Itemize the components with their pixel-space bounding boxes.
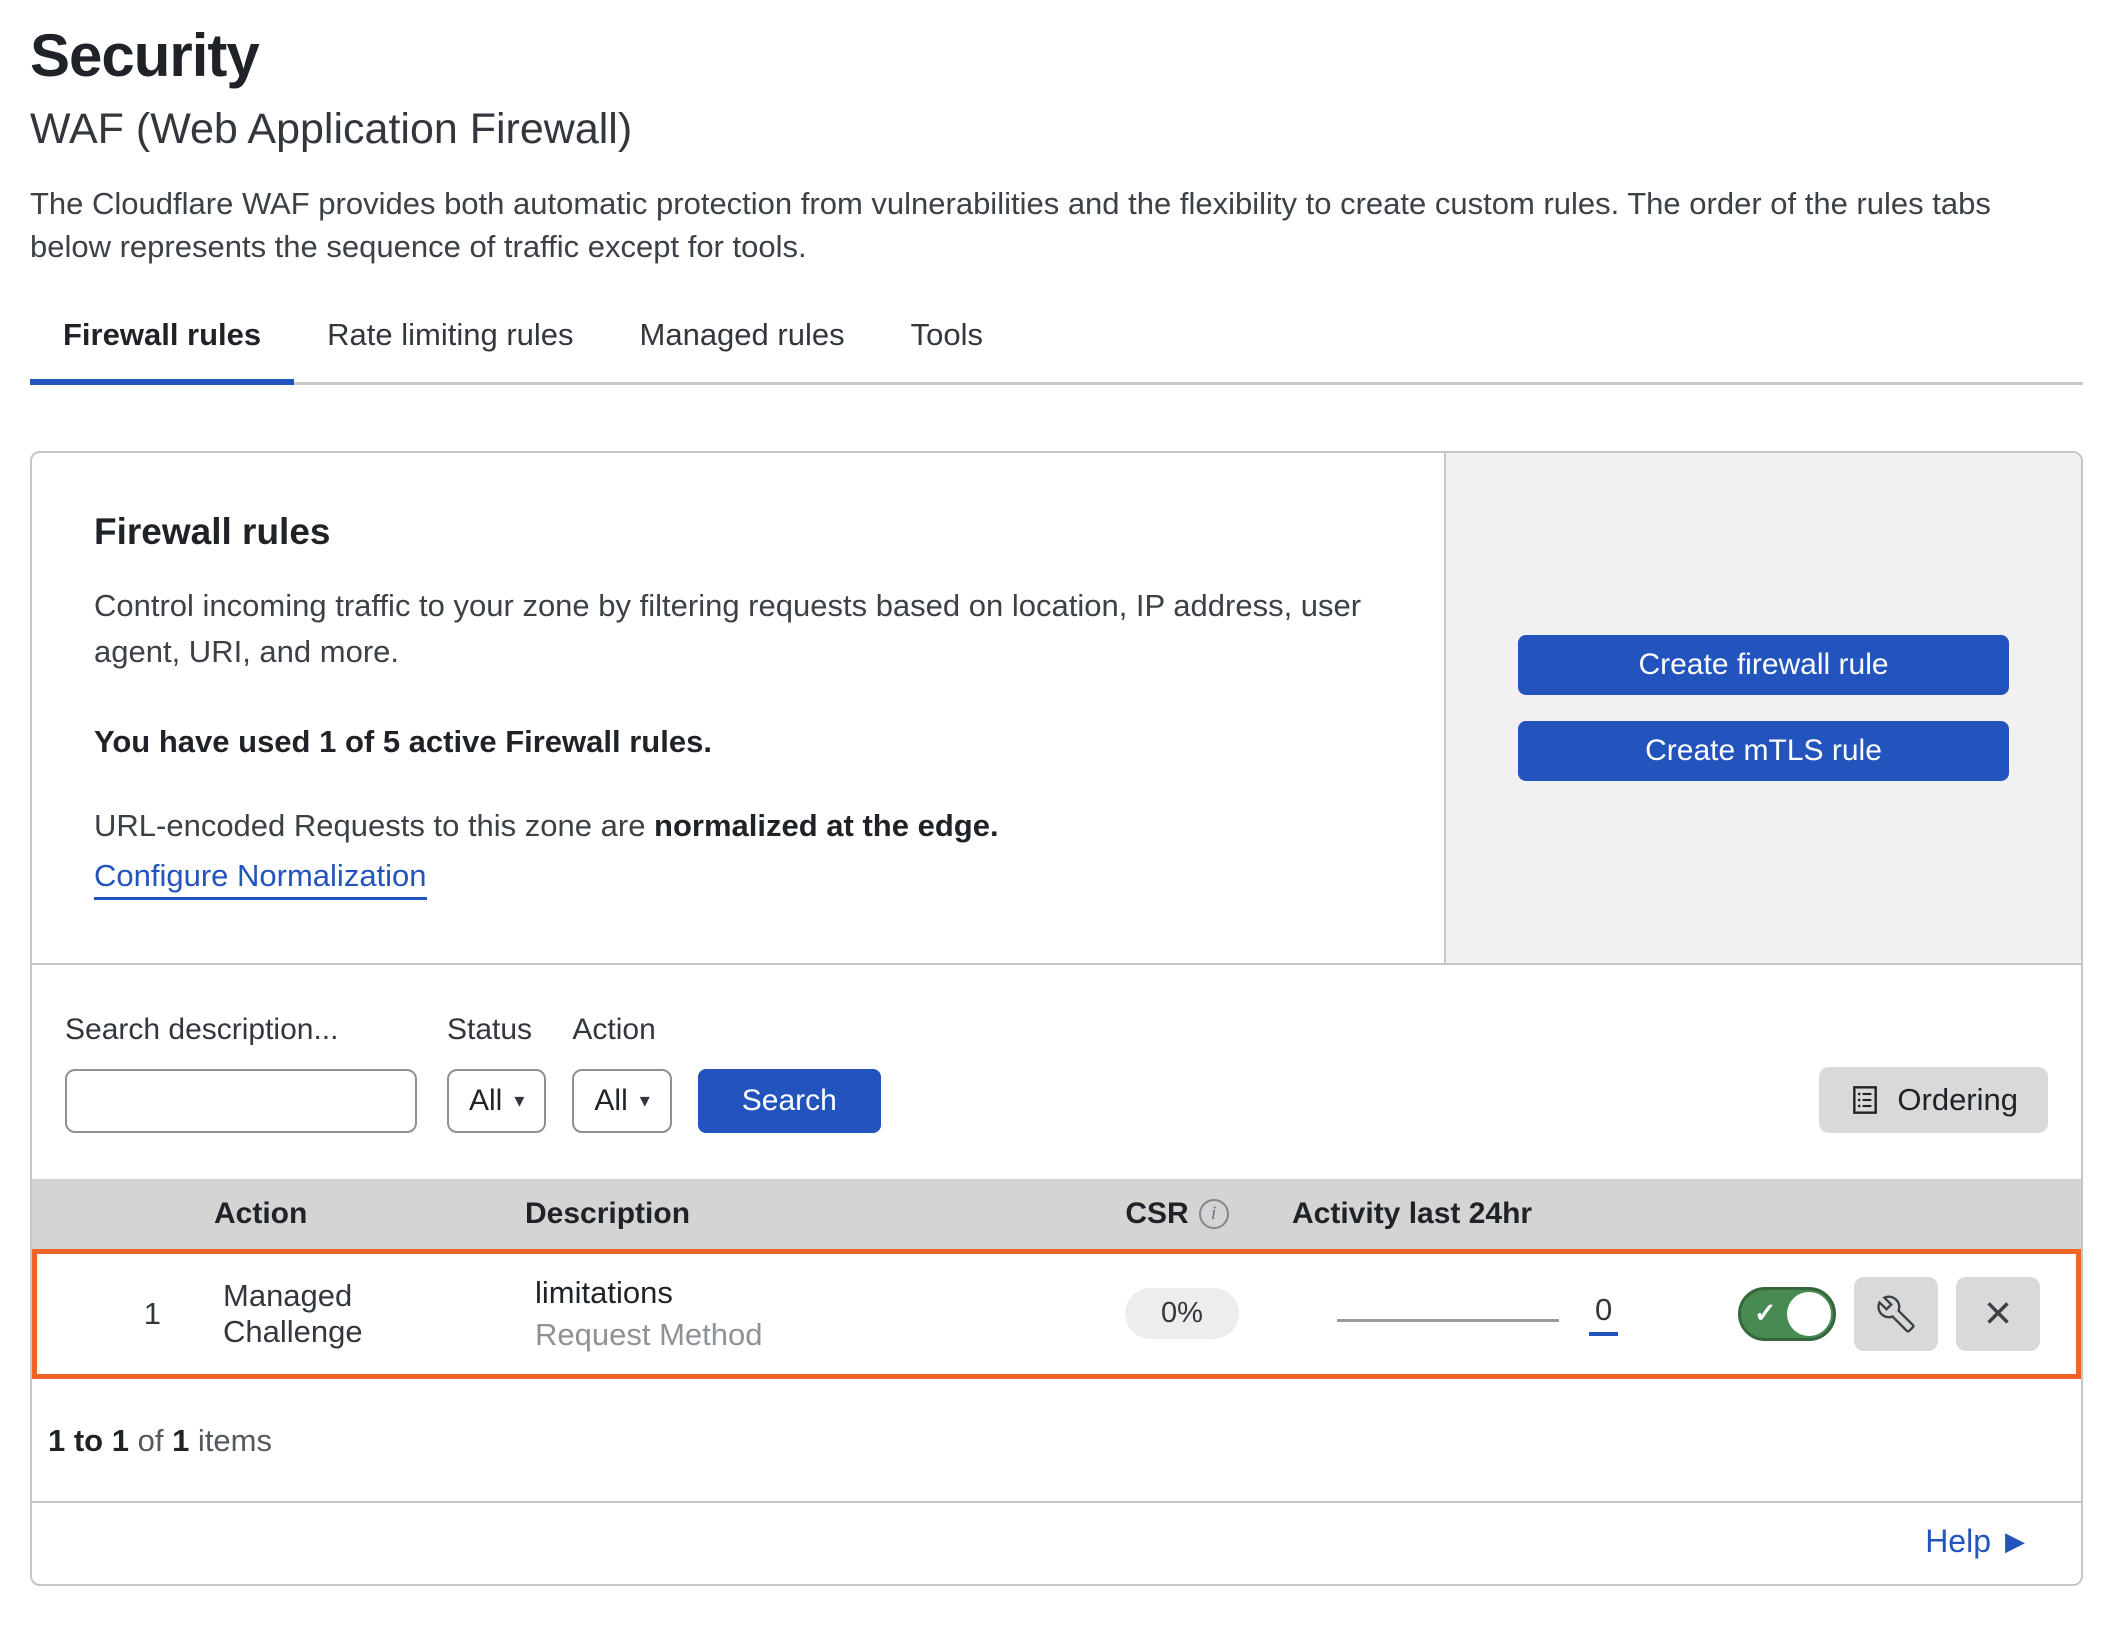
close-icon: × bbox=[1984, 1290, 2012, 1338]
firewall-rules-card: Firewall rules Control incoming traffic … bbox=[30, 451, 2083, 1586]
rules-table-header: Action Description CSR i Activity last 2… bbox=[32, 1179, 2081, 1249]
tab-tools[interactable]: Tools bbox=[878, 317, 1016, 385]
tab-firewall-rules[interactable]: Firewall rules bbox=[30, 317, 294, 385]
rule-action: Managed Challenge bbox=[167, 1278, 477, 1350]
rule-description-sub: Request Method bbox=[535, 1314, 1067, 1356]
chevron-down-icon: ▾ bbox=[640, 1088, 650, 1113]
configure-normalization-link[interactable]: Configure Normalization bbox=[94, 858, 427, 900]
help-row: Help ▶ bbox=[32, 1503, 2081, 1584]
action-dropdown[interactable]: All ▾ bbox=[572, 1069, 671, 1133]
create-mtls-rule-button[interactable]: Create mTLS rule bbox=[1518, 721, 2009, 781]
help-arrow-icon: ▶ bbox=[2005, 1526, 2025, 1557]
header-activity: Activity last 24hr bbox=[1292, 1197, 1692, 1231]
delete-rule-button[interactable]: × bbox=[1956, 1277, 2040, 1351]
tab-rate-limiting-rules[interactable]: Rate limiting rules bbox=[294, 317, 606, 385]
tab-managed-rules[interactable]: Managed rules bbox=[607, 317, 878, 385]
create-firewall-rule-button[interactable]: Create firewall rule bbox=[1518, 635, 2009, 695]
card-top-section: Firewall rules Control incoming traffic … bbox=[32, 453, 2081, 965]
security-waf-page: Security WAF (Web Application Firewall) … bbox=[0, 0, 2114, 1586]
search-button[interactable]: Search bbox=[698, 1069, 881, 1133]
search-description-input[interactable] bbox=[89, 1071, 450, 1131]
summary-of: of bbox=[129, 1423, 172, 1458]
ordering-list-icon bbox=[1849, 1084, 1881, 1116]
status-dropdown-value: All bbox=[469, 1084, 502, 1118]
ordering-button-label: Ordering bbox=[1897, 1082, 2018, 1118]
action-label: Action bbox=[572, 1013, 671, 1047]
normalization-text-bold: normalized at the edge. bbox=[654, 808, 999, 843]
activity-count-link[interactable]: 0 bbox=[1589, 1292, 1618, 1336]
header-action: Action bbox=[162, 1197, 472, 1231]
ordering-button[interactable]: Ordering bbox=[1819, 1067, 2048, 1133]
help-link-label: Help bbox=[1925, 1523, 1991, 1560]
edit-rule-button[interactable] bbox=[1854, 1277, 1938, 1351]
header-description: Description bbox=[472, 1197, 1062, 1231]
action-dropdown-value: All bbox=[594, 1084, 627, 1118]
filter-toolbar: Search description... Status All ▾ Action… bbox=[32, 965, 2081, 1179]
summary-total: 1 bbox=[172, 1423, 189, 1458]
help-link[interactable]: Help ▶ bbox=[1925, 1523, 2025, 1560]
status-dropdown[interactable]: All ▾ bbox=[447, 1069, 546, 1133]
create-rule-panel: Create firewall rule Create mTLS rule bbox=[1444, 453, 2081, 963]
rule-description-cell: limitations Request Method bbox=[477, 1272, 1067, 1356]
firewall-rules-info: Firewall rules Control incoming traffic … bbox=[32, 453, 1444, 963]
page-subtitle: WAF (Web Application Firewall) bbox=[30, 105, 2083, 154]
rule-description: limitations bbox=[535, 1272, 1067, 1314]
search-input-wrapper bbox=[65, 1069, 417, 1133]
activity-sparkline bbox=[1337, 1319, 1559, 1322]
check-icon: ✓ bbox=[1754, 1298, 1777, 1329]
rule-priority: 1 bbox=[37, 1296, 167, 1332]
toggle-knob bbox=[1787, 1292, 1831, 1336]
wrench-icon bbox=[1877, 1295, 1915, 1333]
normalization-text: URL-encoded Requests to this zone are no… bbox=[94, 808, 1382, 844]
search-description-label: Search description... bbox=[65, 1013, 417, 1047]
header-csr-label: CSR bbox=[1125, 1197, 1188, 1231]
status-filter-group: Status All ▾ bbox=[447, 1013, 546, 1133]
header-csr: CSR i bbox=[1125, 1197, 1228, 1231]
page-description: The Cloudflare WAF provides both automat… bbox=[30, 182, 2080, 269]
summary-items: items bbox=[189, 1423, 272, 1458]
table-row: 1 Managed Challenge limitations Request … bbox=[32, 1249, 2081, 1379]
chevron-down-icon: ▾ bbox=[514, 1088, 524, 1113]
activity-cell: 0 bbox=[1297, 1292, 1697, 1336]
info-icon[interactable]: i bbox=[1199, 1199, 1229, 1229]
search-description-group: Search description... bbox=[65, 1013, 417, 1133]
summary-range: 1 to 1 bbox=[48, 1423, 129, 1458]
page-title: Security bbox=[30, 24, 2083, 87]
status-label: Status bbox=[447, 1013, 546, 1047]
normalization-text-plain: URL-encoded Requests to this zone are bbox=[94, 808, 654, 843]
csr-badge: 0% bbox=[1125, 1288, 1239, 1339]
pagination-summary: 1 to 1 of 1 items bbox=[32, 1379, 2081, 1503]
usage-text: You have used 1 of 5 active Firewall rul… bbox=[94, 724, 1382, 760]
rule-controls: ✓ × bbox=[1697, 1277, 2076, 1351]
waf-tab-bar: Firewall rules Rate limiting rules Manag… bbox=[30, 317, 2083, 385]
panel-heading: Firewall rules bbox=[94, 511, 1382, 553]
panel-description: Control incoming traffic to your zone by… bbox=[94, 583, 1382, 676]
action-filter-group: Action All ▾ bbox=[572, 1013, 671, 1133]
rule-enabled-toggle[interactable]: ✓ bbox=[1738, 1287, 1836, 1341]
